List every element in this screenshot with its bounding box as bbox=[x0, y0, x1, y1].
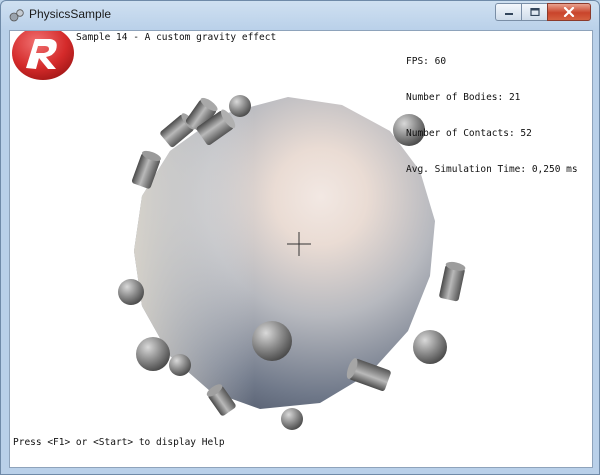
help-hint: Press <F1> or <Start> to display Help bbox=[13, 437, 225, 448]
window-title: PhysicsSample bbox=[29, 7, 112, 21]
sphere-body bbox=[281, 408, 303, 430]
maximize-icon bbox=[529, 8, 540, 16]
stat-fps: FPS: 60 bbox=[406, 56, 447, 67]
sphere-body bbox=[136, 337, 170, 371]
close-icon bbox=[563, 7, 575, 17]
minimize-button[interactable] bbox=[495, 3, 521, 21]
physics-sample-icon bbox=[9, 9, 24, 22]
render-viewport[interactable]: Sample 14 - A custom gravity effect FPS:… bbox=[9, 30, 593, 468]
maximize-button[interactable] bbox=[521, 3, 547, 21]
title-bar[interactable]: PhysicsSample bbox=[1, 1, 599, 29]
stat-contacts: Number of Contacts: 52 bbox=[406, 128, 532, 139]
sample-title: Sample 14 - A custom gravity effect bbox=[76, 32, 277, 43]
minimize-icon bbox=[504, 13, 513, 15]
sphere-body bbox=[229, 95, 251, 117]
close-button[interactable] bbox=[547, 3, 591, 21]
sphere-body bbox=[252, 321, 292, 361]
cylinder-body bbox=[439, 261, 466, 302]
sphere-body bbox=[169, 354, 191, 376]
application-window: PhysicsSample Sample 14 - A custom gravi… bbox=[0, 0, 600, 475]
sphere-body bbox=[118, 279, 144, 305]
stat-sim-time: Avg. Simulation Time: 0,250 ms bbox=[406, 164, 578, 175]
stats-panel: FPS: 60 Number of Bodies: 21 Number of C… bbox=[406, 32, 578, 200]
logo-icon bbox=[12, 31, 74, 80]
stat-bodies: Number of Bodies: 21 bbox=[406, 92, 521, 103]
sphere-body bbox=[413, 330, 447, 364]
caption-buttons bbox=[495, 3, 591, 21]
